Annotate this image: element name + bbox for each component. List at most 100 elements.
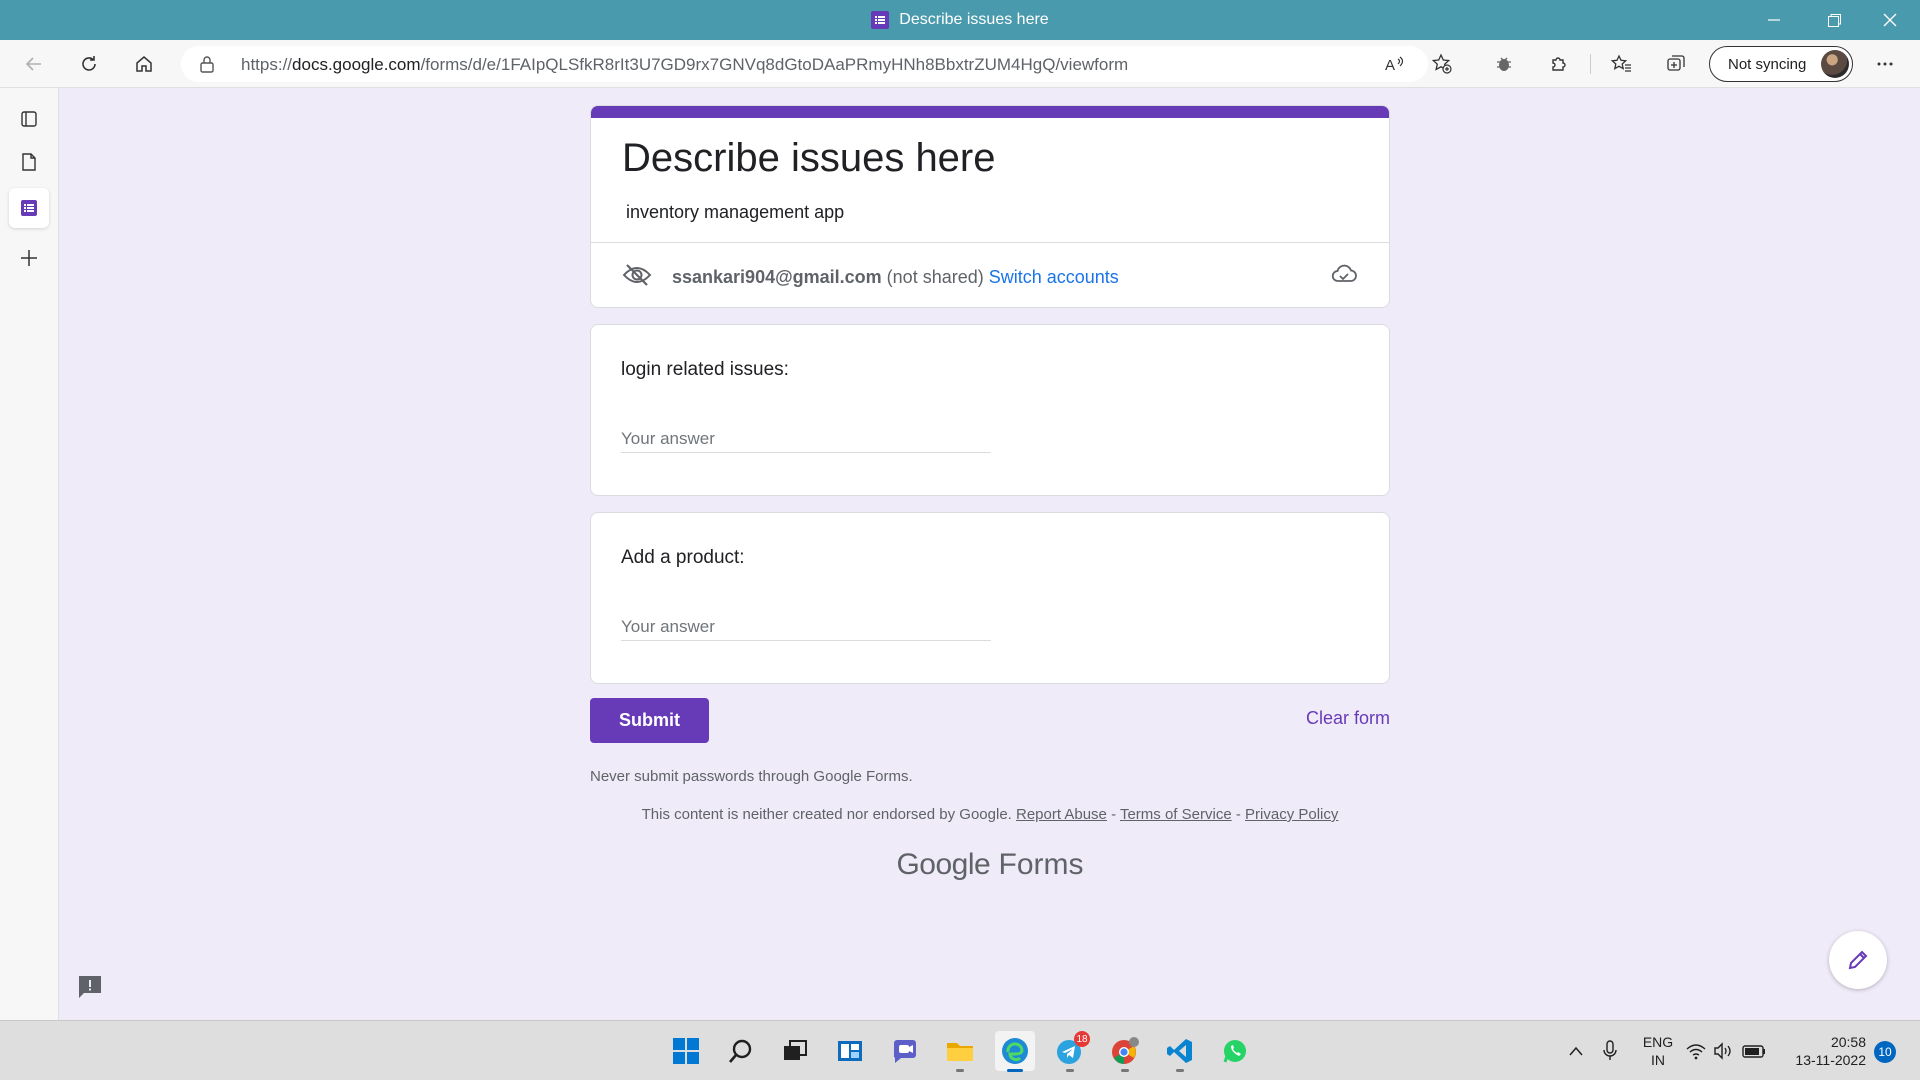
password-warning: Never submit passwords through Google Fo… xyxy=(590,768,913,785)
form-description: inventory management app xyxy=(626,202,845,222)
running-indicator xyxy=(1176,1069,1184,1072)
refresh-icon xyxy=(82,56,96,71)
forms-favicon-icon xyxy=(871,11,890,29)
task-view-button[interactable] xyxy=(775,1031,815,1071)
extensions-button[interactable] xyxy=(1543,48,1575,80)
running-indicator xyxy=(956,1069,964,1072)
lang-code: ENG xyxy=(1642,1034,1674,1050)
address-bar[interactable]: https://docs.google.com/forms/d/e/1FAIpQ… xyxy=(181,46,1428,82)
star-add-icon xyxy=(1431,53,1452,74)
favorites-button[interactable] xyxy=(1605,48,1637,80)
settings-more-button[interactable] xyxy=(1869,48,1901,80)
disclaimer-text: This content is neither created nor endo… xyxy=(641,806,1012,823)
bug-icon xyxy=(1497,57,1511,71)
clock-time: 20:58 xyxy=(1830,1034,1866,1050)
switch-accounts-link[interactable]: Switch accounts xyxy=(989,267,1119,288)
chevron-up-icon xyxy=(1569,1046,1583,1056)
profile-avatar xyxy=(1821,50,1849,78)
minimize-button[interactable] xyxy=(1746,0,1802,40)
widgets-icon xyxy=(838,1041,862,1061)
restore-button[interactable] xyxy=(1806,0,1862,40)
tab-page[interactable] xyxy=(9,142,49,182)
read-aloud-button[interactable]: A xyxy=(1379,48,1411,80)
brand-forms: Forms xyxy=(998,848,1084,881)
footer-disclaimer: This content is neither created nor endo… xyxy=(641,806,1339,823)
tab-actions-icon xyxy=(21,111,37,127)
refresh-button[interactable] xyxy=(73,48,105,80)
window-title-area: Describe issues here xyxy=(0,0,1920,40)
google-forms-logo[interactable]: Google Forms xyxy=(590,848,1390,882)
report-abuse-link[interactable]: Report Abuse xyxy=(1016,806,1107,823)
task-view-icon xyxy=(784,1040,807,1060)
search-icon xyxy=(729,1039,752,1063)
account-row: ssankari904@gmail.com (not shared) Switc… xyxy=(622,262,1119,292)
running-indicator xyxy=(1007,1069,1023,1072)
collections-button[interactable] xyxy=(1660,48,1692,80)
question-label: login related issues: xyxy=(621,359,789,380)
back-arrow-icon xyxy=(25,57,41,71)
not-shared-eye-icon xyxy=(622,263,652,292)
edit-pencil-button[interactable] xyxy=(1829,931,1887,989)
read-aloud-icon: A xyxy=(1385,56,1404,74)
home-icon xyxy=(136,56,152,72)
lock-icon[interactable] xyxy=(199,55,215,78)
header-divider xyxy=(591,242,1389,243)
telegram-button[interactable]: 18 xyxy=(1050,1031,1090,1072)
vscode-button[interactable] xyxy=(1160,1031,1200,1072)
back-button[interactable] xyxy=(18,48,50,80)
cloud-saved-icon[interactable] xyxy=(1331,264,1357,289)
edge-icon xyxy=(1002,1038,1028,1064)
clock[interactable]: 20:58 13-11-2022 xyxy=(1790,1033,1866,1069)
language-indicator[interactable]: ENG IN xyxy=(1640,1033,1676,1069)
widgets-button[interactable] xyxy=(830,1031,870,1071)
window-titlebar: Describe issues here xyxy=(0,0,1920,40)
form-header-card: Describe issues here inventory managemen… xyxy=(590,105,1390,308)
answer-input-login-issues[interactable] xyxy=(621,425,991,453)
google-forms-icon xyxy=(21,200,37,216)
whatsapp-button[interactable] xyxy=(1215,1031,1255,1071)
clear-form-button[interactable]: Clear form xyxy=(1280,708,1390,729)
page-icon xyxy=(22,153,36,171)
url-text[interactable]: https://docs.google.com/forms/d/e/1FAIpQ… xyxy=(241,55,1128,75)
region-code: IN xyxy=(1651,1052,1665,1068)
vertical-tabs-sidebar xyxy=(0,88,59,1020)
plus-icon xyxy=(21,250,37,266)
more-horizontal-icon xyxy=(1877,62,1893,66)
search-button[interactable] xyxy=(721,1031,761,1071)
add-favorite-button[interactable] xyxy=(1426,48,1458,80)
teams-chat-button[interactable] xyxy=(885,1031,925,1071)
whatsapp-icon xyxy=(1223,1040,1246,1063)
question-card-add-product: Add a product: xyxy=(590,512,1390,684)
running-indicator xyxy=(1066,1069,1074,1072)
tab-google-form[interactable] xyxy=(9,188,49,228)
feedback-icon[interactable] xyxy=(77,974,103,1005)
windows-taskbar: 18 ENG IN 20:58 13-11-2022 10 xyxy=(0,1020,1920,1080)
chrome-icon xyxy=(1112,1037,1139,1064)
question-card-login-issues: login related issues: xyxy=(590,324,1390,496)
submit-button[interactable]: Submit xyxy=(590,698,709,743)
answer-input-add-product[interactable] xyxy=(621,613,991,641)
start-button[interactable] xyxy=(666,1031,706,1071)
tab-actions-button[interactable] xyxy=(9,99,49,139)
extension-bug-button[interactable] xyxy=(1488,48,1520,80)
sync-label: Not syncing xyxy=(1728,55,1807,73)
vscode-icon xyxy=(1167,1039,1192,1063)
profile-sync-button[interactable]: Not syncing xyxy=(1709,46,1853,82)
form-title: Describe issues here xyxy=(622,136,996,180)
close-window-button[interactable] xyxy=(1862,0,1918,40)
terms-link[interactable]: Terms of Service xyxy=(1120,806,1232,823)
privacy-link[interactable]: Privacy Policy xyxy=(1245,806,1338,823)
clock-date: 13-11-2022 xyxy=(1795,1052,1866,1068)
chat-icon xyxy=(893,1040,916,1063)
edge-button[interactable] xyxy=(995,1031,1035,1072)
accent-bar xyxy=(591,106,1389,118)
home-button[interactable] xyxy=(128,48,160,80)
new-tab-button[interactable] xyxy=(9,238,49,278)
system-tray-quick-settings[interactable] xyxy=(1683,1031,1773,1071)
chrome-button[interactable] xyxy=(1105,1031,1145,1072)
microphone-icon xyxy=(1603,1040,1617,1060)
brand-google: Google xyxy=(896,848,991,881)
notification-badge[interactable]: 10 xyxy=(1874,1041,1896,1063)
microphone-button[interactable] xyxy=(1590,1031,1630,1071)
file-explorer-button[interactable] xyxy=(940,1031,980,1072)
